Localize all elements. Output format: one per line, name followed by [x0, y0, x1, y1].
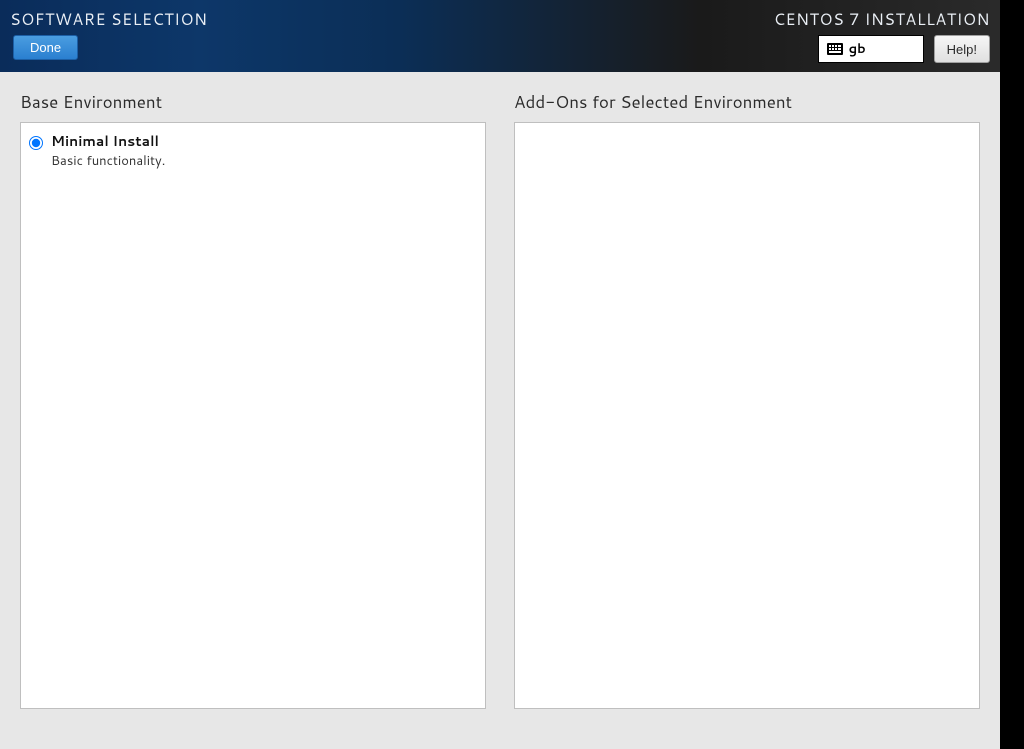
- environment-item[interactable]: Minimal Install Basic functionality.: [21, 123, 485, 176]
- keyboard-icon: [827, 43, 843, 55]
- help-button[interactable]: Help!: [934, 35, 990, 63]
- addons-panel: Add-Ons for Selected Environment: [514, 90, 980, 709]
- base-environment-list[interactable]: Minimal Install Basic functionality.: [20, 122, 486, 709]
- page-title: SOFTWARE SELECTION: [10, 8, 208, 31]
- header-right-row: gb Help!: [818, 35, 990, 63]
- environment-name: Minimal Install: [51, 131, 165, 151]
- page-root: SOFTWARE SELECTION Done CENTOS 7 INSTALL…: [0, 0, 1000, 749]
- header-bar: SOFTWARE SELECTION Done CENTOS 7 INSTALL…: [0, 0, 1000, 72]
- keyboard-layout-label: gb: [849, 40, 866, 58]
- header-left: SOFTWARE SELECTION Done: [10, 8, 208, 60]
- addons-heading: Add-Ons for Selected Environment: [514, 90, 980, 114]
- done-button[interactable]: Done: [13, 35, 78, 60]
- keyboard-layout-selector[interactable]: gb: [818, 35, 924, 63]
- environment-text: Minimal Install Basic functionality.: [51, 131, 165, 170]
- environment-description: Basic functionality.: [51, 152, 165, 170]
- base-environment-panel: Base Environment Minimal Install Basic f…: [20, 90, 486, 709]
- environment-radio[interactable]: [29, 136, 43, 150]
- addons-list[interactable]: [514, 122, 980, 709]
- content-area: Base Environment Minimal Install Basic f…: [0, 72, 1000, 749]
- base-environment-heading: Base Environment: [20, 90, 486, 114]
- installer-title: CENTOS 7 INSTALLATION: [774, 8, 990, 31]
- header-right: CENTOS 7 INSTALLATION: [774, 8, 990, 63]
- environment-radio-wrap[interactable]: [29, 133, 43, 156]
